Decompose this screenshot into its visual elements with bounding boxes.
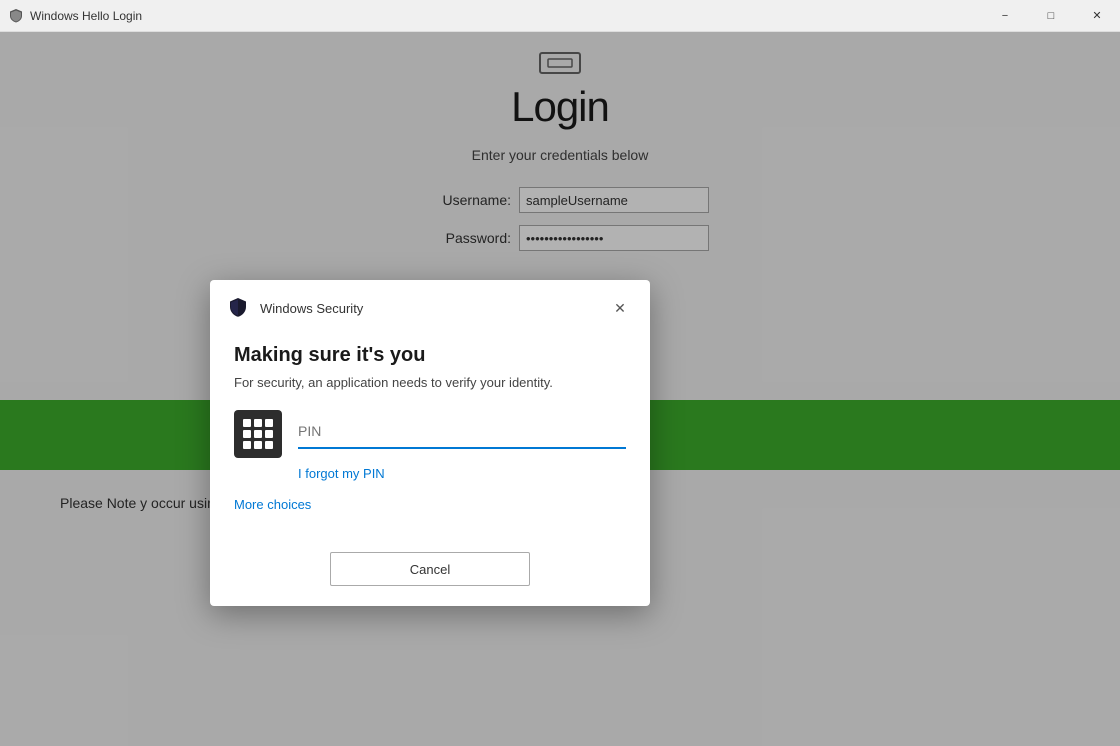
keypad-icon [234, 410, 282, 458]
keypad-dot [254, 430, 262, 438]
maximize-button[interactable]: □ [1028, 0, 1074, 32]
app-title-text: Windows Hello Login [30, 9, 142, 23]
title-bar: Windows Hello Login − □ ✕ [0, 0, 1120, 32]
windows-security-dialog: Windows Security ✕ Making sure it's you … [210, 280, 650, 606]
dialog-footer: Cancel [210, 552, 650, 606]
more-choices-link[interactable]: More choices [234, 497, 626, 512]
windows-shield-icon [226, 296, 250, 320]
dialog-header-left: Windows Security [226, 296, 363, 320]
title-bar-left: Windows Hello Login [8, 8, 142, 24]
close-button[interactable]: ✕ [1074, 0, 1120, 32]
pin-input[interactable] [298, 419, 626, 443]
dialog-description: For security, an application needs to ve… [234, 375, 626, 390]
app-content: Login Enter your credentials below Usern… [0, 32, 1120, 746]
dialog-close-button[interactable]: ✕ [606, 294, 634, 322]
keypad-dot [265, 419, 273, 427]
app-title-icon [8, 8, 24, 24]
keypad-dot [243, 430, 251, 438]
dialog-main-title: Making sure it's you [234, 344, 626, 367]
dialog-header: Windows Security ✕ [210, 280, 650, 332]
keypad-dot [243, 419, 251, 427]
window-controls: − □ ✕ [982, 0, 1120, 32]
keypad-dot [265, 430, 273, 438]
keypad-dot [265, 441, 273, 449]
forgot-pin-link[interactable]: I forgot my PIN [298, 466, 626, 481]
keypad-dot [243, 441, 251, 449]
keypad-dots [243, 419, 273, 449]
pin-input-wrap [298, 419, 626, 449]
dialog-input-row [234, 410, 626, 458]
keypad-dot [254, 441, 262, 449]
keypad-dot [254, 419, 262, 427]
minimize-button[interactable]: − [982, 0, 1028, 32]
dialog-body: Making sure it's you For security, an ap… [210, 332, 650, 552]
cancel-button[interactable]: Cancel [330, 552, 530, 586]
dialog-header-title: Windows Security [260, 301, 363, 316]
